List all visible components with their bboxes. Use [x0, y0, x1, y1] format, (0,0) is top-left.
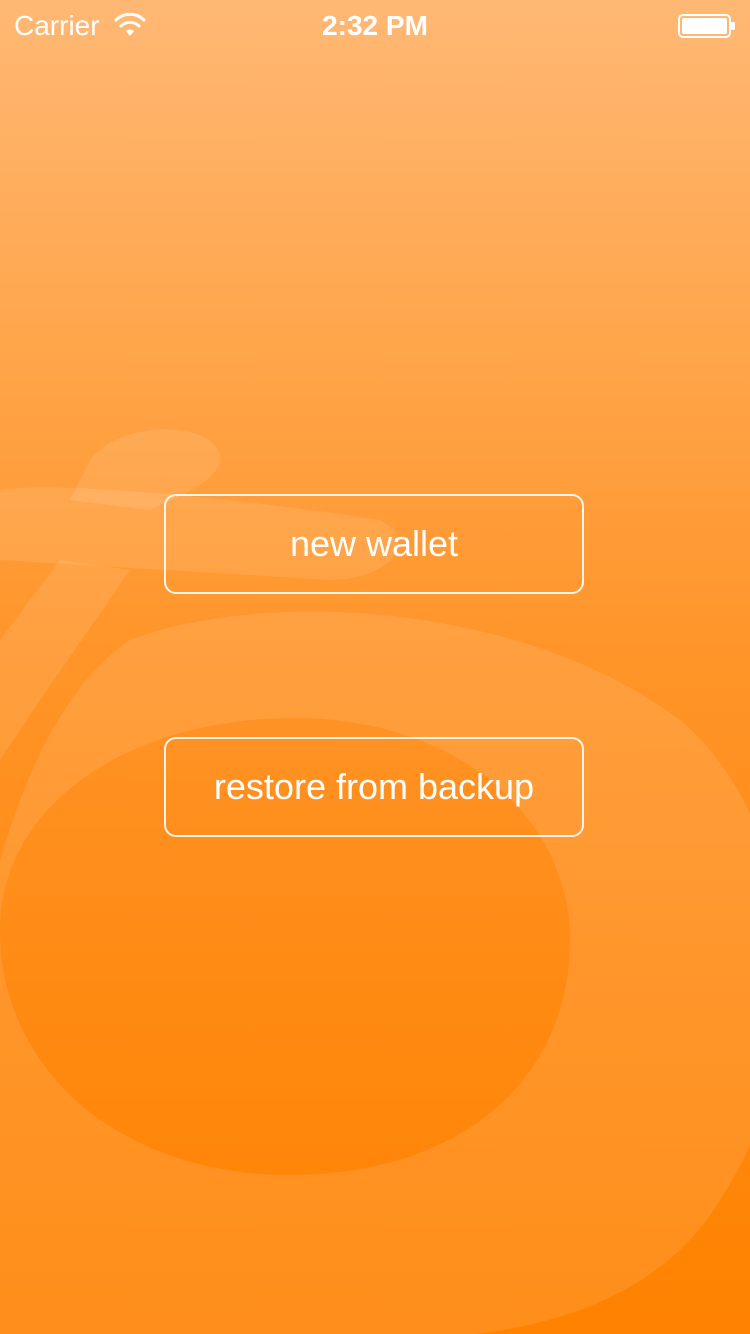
restore-from-backup-label: restore from backup	[213, 766, 535, 807]
status-time: 2:32 PM	[322, 10, 428, 41]
status-bar: Carrier 2:32 PM	[0, 0, 750, 50]
battery-icon	[678, 14, 735, 38]
new-wallet-button[interactable]: new wallet	[164, 494, 584, 594]
new-wallet-label: new wallet	[289, 523, 459, 564]
background-logo-watermark	[0, 429, 750, 1334]
restore-from-backup-button[interactable]: restore from backup	[164, 737, 584, 837]
